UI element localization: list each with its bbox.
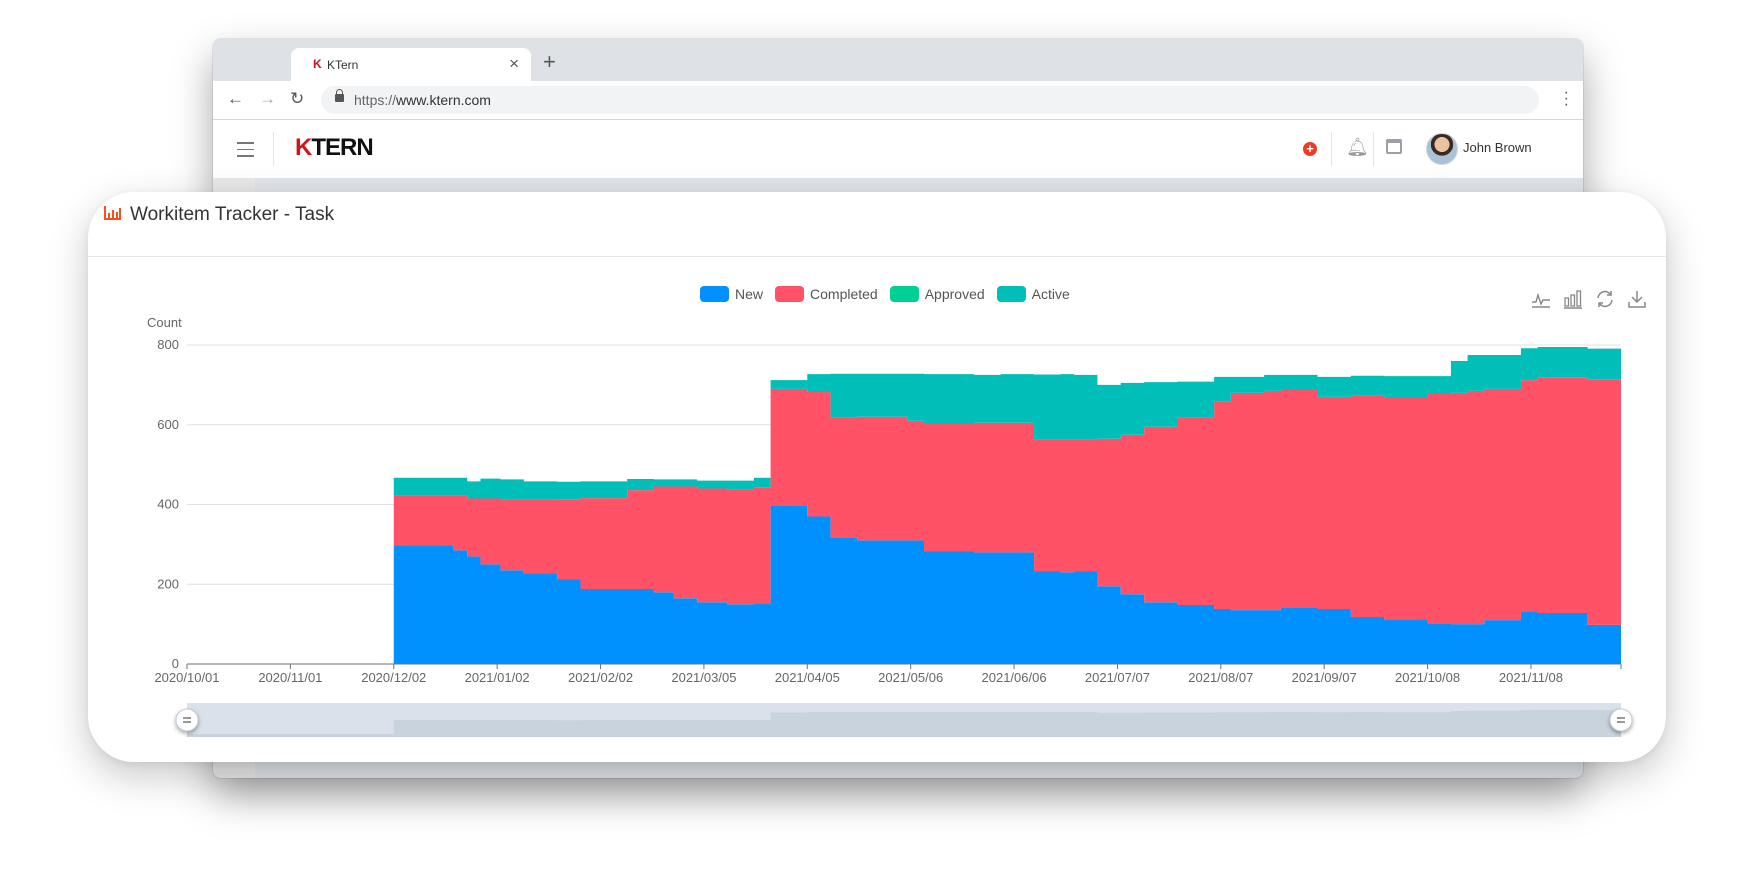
menu-icon[interactable]: [237, 142, 254, 162]
handle-knob: [1609, 708, 1633, 732]
forward-icon[interactable]: →: [259, 89, 276, 109]
minimize-window-button[interactable]: [245, 55, 257, 67]
divider: [1331, 132, 1332, 166]
y-axis-label: Count: [147, 315, 182, 330]
close-tab-icon[interactable]: ×: [509, 54, 519, 74]
x-tick-label: 2021/02/02: [568, 670, 633, 685]
x-tick-label: 2021/07/07: [1085, 670, 1150, 685]
ktern-k-icon: K: [313, 57, 322, 71]
x-tick-label: 2021/08/07: [1188, 670, 1253, 685]
tab-title: KTern: [327, 58, 359, 72]
divider: [273, 132, 274, 166]
url-text: https://www.ktern.com: [354, 92, 491, 108]
avatar[interactable]: [1426, 133, 1458, 165]
y-tick-label: 600: [157, 417, 179, 432]
user-name[interactable]: John Brown: [1463, 140, 1532, 155]
y-tick-label: 400: [157, 497, 179, 512]
x-tick-label: 2020/11/01: [258, 670, 322, 685]
reload-icon[interactable]: ↻: [290, 89, 304, 109]
maximize-window-button[interactable]: [265, 55, 277, 67]
x-tick-label: 2021/09/07: [1292, 670, 1357, 685]
tab-bar: K KTern × +: [213, 39, 1583, 81]
workitem-tracker-card: Workitem Tracker - Task New Completed Ap…: [88, 192, 1666, 762]
zoom-handle-end[interactable]: [1609, 708, 1633, 732]
browser-tab[interactable]: K KTern ×: [291, 48, 531, 81]
divider: [1373, 132, 1374, 166]
data-zoom-slider: [175, 703, 1633, 737]
x-tick-label: 2021/03/05: [671, 670, 736, 685]
close-window-button[interactable]: [225, 55, 237, 67]
bell-icon[interactable]: 🔔︎: [1346, 137, 1369, 158]
browser-menu-icon[interactable]: · · ·: [1564, 85, 1569, 113]
ktern-logo[interactable]: KTERN: [295, 134, 374, 162]
zoom-handle-start[interactable]: [175, 708, 199, 732]
back-icon[interactable]: ←: [227, 89, 244, 109]
x-tick-label: 2021/01/02: [465, 670, 530, 685]
x-tick-label: 2020/10/01: [154, 670, 219, 685]
new-tab-button[interactable]: +: [543, 49, 556, 75]
app-header: KTERN + 🔔︎ John Brown: [213, 120, 1583, 178]
x-tick-label: 2021/05/06: [878, 670, 943, 685]
y-tick-label: 200: [157, 576, 179, 591]
y-tick-label: 0: [172, 656, 179, 671]
series-areas: [393, 346, 1621, 664]
x-tick-label: 2021/04/05: [775, 670, 840, 685]
add-icon[interactable]: +: [1303, 142, 1317, 156]
x-tick-label: 2020/12/02: [361, 670, 426, 685]
x-tick-label: 2021/06/06: [982, 670, 1047, 685]
handle-knob: [175, 708, 199, 732]
lock-icon: [335, 89, 344, 102]
address-bar[interactable]: https://www.ktern.com: [321, 86, 1539, 114]
browser-toolbar: ← → ↻ https://www.ktern.com · · ·: [213, 81, 1583, 120]
y-tick-label: 800: [157, 337, 179, 352]
x-tick-label: 2021/10/08: [1395, 670, 1460, 685]
stacked-area-chart: 0 200 400 600 800 2020/10/01 2020/11/01 2020/12…: [147, 315, 1633, 737]
x-tick-label: 2021/11/08: [1499, 670, 1563, 685]
calendar-icon[interactable]: [1386, 139, 1402, 154]
